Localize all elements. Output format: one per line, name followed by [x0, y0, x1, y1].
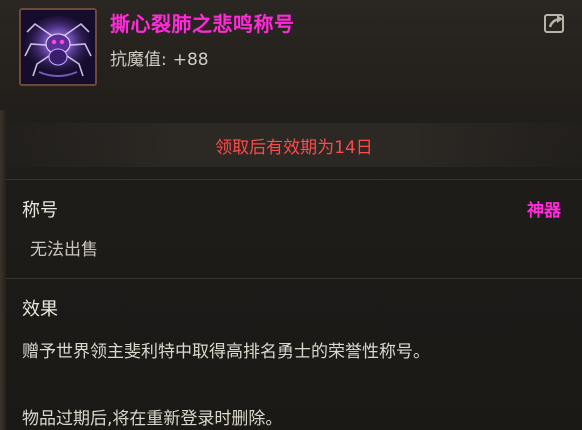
stat-label: 抗魔值: [110, 50, 167, 70]
share-arrow-icon[interactable] [543, 11, 567, 35]
magic-resist-stat: 抗魔值: +88 [110, 45, 209, 70]
stat-value: +88 [172, 50, 209, 70]
trade-status: 无法出售 [30, 240, 98, 260]
expiry-note: 物品过期后,将在重新登录时删除。 [22, 409, 283, 429]
item-type-heading: 称号 [22, 200, 58, 221]
divider [6, 278, 582, 279]
item-header: 撕心裂肺之悲鸣称号 抗魔值: +88 [0, 0, 582, 110]
effect-description: 赠予世界领主斐利特中取得高排名勇士的荣誉性称号。 [22, 342, 430, 362]
expiry-notice: 领取后有效期为14日 [6, 123, 582, 167]
item-tooltip-panel: 撕心裂肺之悲鸣称号 抗魔值: +88 领取后有效期为14日 称号 神器 无法出售 … [0, 0, 582, 430]
divider [6, 179, 582, 180]
item-grade: 神器 [527, 201, 561, 221]
purple-spider-title-icon [19, 8, 97, 86]
expiry-text: 领取后有效期为14日 [215, 138, 373, 158]
effect-heading: 效果 [22, 299, 58, 320]
item-name: 撕心裂肺之悲鸣称号 [110, 12, 295, 36]
